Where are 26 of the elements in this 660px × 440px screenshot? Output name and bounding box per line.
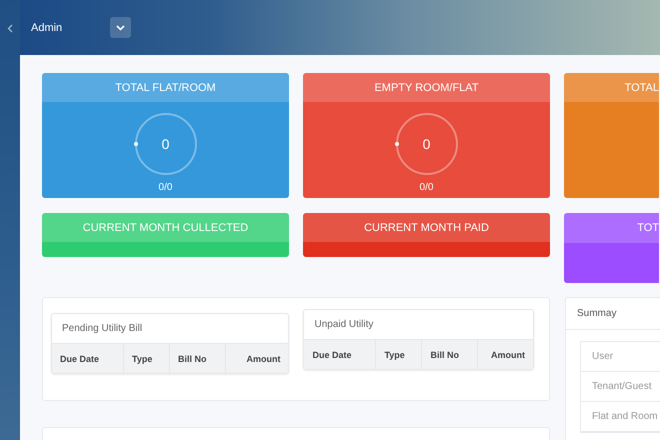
summary-item: Flat and Room <box>581 402 660 432</box>
stat-ratio: 0/0 <box>420 182 434 193</box>
column-header: Type <box>376 340 422 369</box>
column-header: Bill No <box>170 344 226 373</box>
stat-value: 0 <box>162 136 170 152</box>
card-title: CURRENT MONTH CULLECTED <box>42 213 289 242</box>
column-header: Bill No <box>422 340 478 369</box>
dropdown-button[interactable] <box>110 17 131 38</box>
user-name: Admin <box>31 22 64 34</box>
panel-title: Summay <box>566 298 660 330</box>
column-header: Due Date <box>304 340 376 369</box>
card-title: EMPTY ROOM/FLAT <box>303 73 550 102</box>
chevron-left-icon[interactable] <box>7 24 13 33</box>
chevron-down-icon <box>116 24 125 30</box>
column-header: Amount <box>490 348 526 362</box>
summary-item: User <box>581 342 660 372</box>
stat-value: 0 <box>422 136 430 152</box>
column-header: Due Date <box>52 344 124 373</box>
column-header: Type <box>124 344 170 373</box>
card-title: TOTAL <box>564 73 659 102</box>
card-title: TOT <box>564 213 659 243</box>
stat-ratio: 0/0 <box>158 182 172 193</box>
card-title: CURRENT MONTH PAID <box>303 213 550 242</box>
column-header: Amount <box>245 352 282 366</box>
summary-item: Tenant/Guest <box>581 372 660 402</box>
card-title: TOTAL FLAT/ROOM <box>42 73 289 102</box>
